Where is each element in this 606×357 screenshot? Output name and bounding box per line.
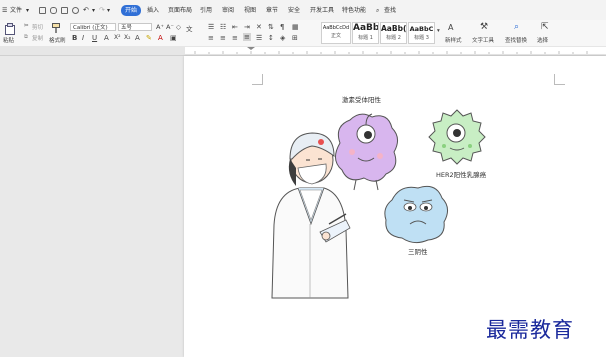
style-sample: AaBbCcDd (322, 25, 350, 31)
label-triple-negative: 三阴性 (408, 248, 428, 256)
char-border-icon[interactable]: ▣ (170, 34, 177, 42)
preview-icon[interactable] (61, 7, 68, 14)
format-painter-button[interactable]: 格式刷 (49, 36, 66, 44)
tab-insert[interactable]: 插入 (147, 6, 159, 16)
subscript-button[interactable]: X₂ (124, 34, 131, 41)
undo-icon[interactable]: ↶ (83, 5, 89, 15)
style-heading-3[interactable]: AaBbC 标题 3 (408, 22, 435, 44)
style-name: 标题 1 (358, 35, 373, 41)
document-area[interactable]: 激素受体阳性 HER2阳性乳腺癌 三阴性 (0, 56, 606, 357)
superscript-button[interactable]: X² (114, 34, 121, 41)
margin-corner-left (252, 74, 263, 85)
search-label[interactable]: 查找 (384, 6, 396, 16)
tab-review[interactable]: 审阅 (222, 6, 234, 16)
tab-section[interactable]: 章节 (266, 6, 278, 16)
distribute-icon[interactable]: ☰ (256, 34, 262, 42)
label-her2: HER2阳性乳腺癌 (436, 171, 487, 179)
print-icon[interactable] (50, 7, 57, 14)
horizontal-ruler[interactable] (0, 46, 606, 56)
cursor-icon[interactable]: ⇱ (541, 22, 549, 32)
tab-home[interactable]: 开始 (121, 5, 142, 16)
redo-icon[interactable]: ↷ (99, 5, 105, 15)
hamburger-icon[interactable]: ☰ (2, 6, 7, 16)
style-sample: AaBbC (409, 25, 434, 33)
search-icon[interactable]: ⌕ (376, 6, 379, 16)
font-color-icon[interactable]: A (158, 34, 163, 42)
chevron-down-icon[interactable]: ▾ (92, 6, 95, 16)
style-sample: AaBb (353, 23, 378, 33)
font-effect-button[interactable]: A (135, 34, 140, 42)
line-spacing-icon[interactable]: ↕ (268, 34, 274, 42)
tab-developer[interactable]: 开发工具 (310, 6, 334, 16)
pinyin-icon[interactable]: 文 (186, 23, 193, 33)
tab-page-layout[interactable]: 页面布局 (168, 6, 192, 16)
style-heading-2[interactable]: AaBb( 标题 2 (380, 22, 407, 44)
save-icon[interactable] (39, 7, 46, 14)
justify-icon[interactable]: ≡ (243, 33, 251, 41)
scissors-icon[interactable]: ✂ (24, 23, 29, 29)
style-heading-1[interactable]: AaBb 标题 1 (352, 22, 379, 44)
menu-file[interactable]: 文件 (10, 6, 22, 16)
shrink-font-icon[interactable]: A⁻ (166, 23, 174, 31)
align-center-icon[interactable]: ≡ (220, 34, 226, 42)
find-replace-button[interactable]: 查找替换 (505, 36, 527, 44)
style-name: 正文 (330, 33, 341, 39)
tab-features[interactable]: 特色功能 (342, 6, 366, 16)
bold-button[interactable]: B (72, 34, 77, 42)
table-icon[interactable]: ▦ (292, 23, 299, 31)
styles-more-icon[interactable]: ▾ (437, 28, 440, 34)
tab-references[interactable]: 引用 (200, 6, 212, 16)
align-right-icon[interactable]: ≡ (232, 34, 238, 42)
tab-security[interactable]: 安全 (288, 6, 300, 16)
italic-button[interactable]: I (82, 34, 84, 42)
menu-bar: ☰ 文件 ▾ ↶ ▾ ↷ ▾ 开始 插入 页面布局 引用 审阅 视图 章节 安全… (0, 0, 606, 20)
copy-button[interactable]: 复制 (32, 34, 43, 42)
highlight-icon[interactable]: ✎ (146, 34, 152, 42)
font-name-select[interactable]: Calibri (正文) (70, 23, 116, 31)
chevron-down-icon[interactable]: ▾ (26, 6, 29, 16)
paste-button[interactable]: 粘贴 (3, 36, 14, 44)
numbered-list-icon[interactable]: ☷ (220, 23, 226, 31)
clear-format-icon[interactable]: ◇ (176, 23, 181, 31)
copy-icon[interactable]: ⧉ (24, 34, 28, 41)
blue-cell-illustration (384, 185, 448, 244)
align-left-icon[interactable]: ≡ (208, 34, 214, 42)
green-cell-illustration (428, 109, 486, 165)
document-page[interactable]: 激素受体阳性 HER2阳性乳腺癌 三阴性 (184, 56, 606, 357)
shading-icon[interactable]: ◈ (280, 34, 285, 42)
wrench-icon[interactable]: ⚒ (480, 22, 488, 32)
sort-icon[interactable]: ⇅ (268, 23, 274, 31)
style-sample: AaBb( (381, 24, 406, 33)
paste-icon[interactable] (4, 23, 16, 35)
ribbon-toolbar: 粘贴 ✂ 剪切 ⧉ 复制 格式刷 Calibri (正文) 五号 A⁺ A⁻ ◇… (0, 20, 606, 47)
indent-icon[interactable]: ⇥ (244, 23, 250, 31)
show-marks-icon[interactable]: ¶ (280, 23, 284, 31)
format-painter-icon[interactable] (51, 22, 61, 34)
cut-button[interactable]: 剪切 (32, 23, 43, 31)
bullet-list-icon[interactable]: ☰ (208, 23, 214, 31)
style-name: 标题 3 (414, 35, 429, 41)
ruler-ticks (194, 47, 588, 54)
chevron-down-icon[interactable]: ▾ (107, 6, 110, 16)
text-tools-button[interactable]: 文字工具 (472, 36, 494, 44)
underline-button[interactable]: U (92, 34, 97, 42)
style-normal[interactable]: AaBbCcDd 正文 (321, 22, 351, 44)
tab-view[interactable]: 视图 (244, 6, 256, 16)
find-icon[interactable]: ⌕ (514, 22, 519, 32)
select-button[interactable]: 选择 (537, 36, 548, 44)
grow-font-icon[interactable]: A⁺ (156, 23, 164, 31)
border-icon[interactable]: ⊞ (292, 34, 298, 42)
asian-layout-icon[interactable]: ✕ (256, 23, 262, 31)
watermark-text: 最需教育 (486, 318, 574, 342)
font-size-select[interactable]: 五号 (118, 23, 152, 31)
outdent-icon[interactable]: ⇤ (232, 23, 238, 31)
margin-corner-right (554, 74, 565, 85)
new-style-icon[interactable]: A (448, 23, 453, 32)
strikethrough-button[interactable]: A (104, 34, 109, 42)
export-icon[interactable] (72, 7, 79, 14)
new-style-button[interactable]: 新样式 (445, 36, 462, 44)
label-hormone-receptor: 激素受体阳性 (342, 96, 381, 104)
style-name: 标题 2 (386, 35, 401, 41)
